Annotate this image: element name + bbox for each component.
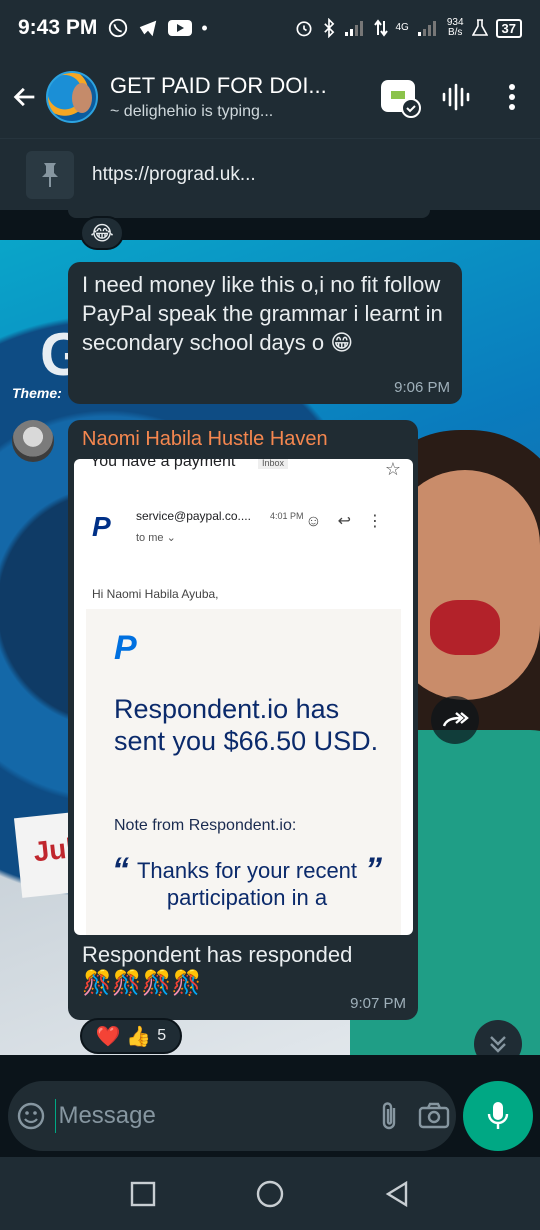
- message-input[interactable]: [58, 1102, 369, 1130]
- message-reactions[interactable]: ❤️ 👍 5: [80, 1018, 182, 1054]
- shared-image[interactable]: You have a payment Inbox ☆ P service@pay…: [74, 459, 413, 935]
- microphone-icon: [487, 1102, 509, 1129]
- telegram-icon: [140, 20, 157, 37]
- net-speed: 934 B/s: [447, 18, 464, 38]
- recents-button[interactable]: [113, 1169, 173, 1219]
- reaction-count: 5: [157, 1027, 167, 1044]
- email-action-icons: ☺↩⋮: [305, 513, 399, 530]
- youtube-icon: [168, 20, 193, 36]
- alarm-icon: [296, 21, 311, 37]
- network-type: 4G: [395, 22, 409, 33]
- forward-icon: [442, 712, 469, 727]
- email-greeting: Hi Naomi Habila Ayuba,: [92, 587, 219, 601]
- email-quote-text: Thanks for your recent participation in …: [136, 858, 358, 910]
- paypal-logo-small: P: [92, 511, 111, 542]
- emoji-button[interactable]: [8, 1101, 55, 1131]
- group-avatar[interactable]: [46, 71, 98, 123]
- message-text: I need money like this o,i no fit follow…: [82, 272, 443, 355]
- audio-wave-icon: [442, 83, 470, 111]
- chat-info[interactable]: GET PAID FOR DOI... ~ delighehio is typi…: [110, 73, 372, 121]
- square-icon: [131, 1181, 156, 1206]
- pinned-link: https://prograd.uk...: [92, 163, 256, 185]
- message-time: 9:06 PM: [394, 379, 450, 396]
- whatsapp-icon: [109, 18, 128, 38]
- email-sent-line: Respondent.io has sent you $66.50 USD.: [114, 694, 379, 756]
- battery-indicator: 37: [495, 18, 522, 38]
- email-note-from: Note from Respondent.io:: [114, 817, 297, 834]
- signal-icon-2: [417, 21, 436, 36]
- flask-icon: [471, 19, 488, 36]
- circle-icon: [256, 1180, 284, 1207]
- more-options-button[interactable]: [484, 67, 540, 127]
- chat-area[interactable]: G Theme: Jul 😂 I need money like this o,…: [0, 210, 540, 1055]
- data-arrows-icon: [373, 19, 388, 37]
- close-quote-icon: ”: [365, 851, 382, 889]
- paypal-logo: P: [114, 629, 137, 667]
- image-message-bubble[interactable]: Naomi Habila Hustle Haven You have a pay…: [68, 420, 418, 1020]
- system-nav-bar: [0, 1157, 540, 1230]
- wallpaper-theme-label: Theme:: [12, 385, 62, 401]
- back-button[interactable]: [4, 67, 46, 127]
- voice-record-button[interactable]: [463, 1081, 533, 1151]
- message-input-pill: [8, 1081, 456, 1151]
- chat-header: GET PAID FOR DOI... ~ delighehio is typi…: [0, 56, 540, 138]
- email-inbox-label: Inbox: [258, 459, 289, 469]
- more-vertical-icon: [509, 84, 515, 110]
- previous-message-reaction[interactable]: 😂: [80, 216, 124, 250]
- previous-message-bubble: [68, 210, 430, 218]
- calendar-check-icon: [381, 80, 421, 118]
- camera-icon: [418, 1102, 450, 1129]
- message-bubble[interactable]: I need money like this o,i no fit follow…: [68, 262, 462, 404]
- bluetooth-icon: [323, 18, 334, 38]
- text-caret: [54, 1099, 57, 1133]
- status-bar: 9:43 PM • 4G 934 B/s 37: [0, 0, 540, 56]
- emoji-icon: [18, 1102, 45, 1130]
- paperclip-icon: [383, 1102, 396, 1130]
- net-speed-unit: B/s: [447, 27, 463, 38]
- email-quote: “ Thanks for your recent participation i…: [112, 851, 382, 911]
- email-subject: You have a payment: [90, 459, 236, 470]
- forward-button[interactable]: [431, 696, 479, 744]
- event-button[interactable]: [372, 67, 428, 127]
- email-to: to me ⌄: [136, 532, 176, 544]
- system-back-button[interactable]: [367, 1169, 427, 1219]
- back-arrow-icon: [13, 87, 35, 107]
- pin-icon-box: [26, 150, 74, 199]
- email-from: service@paypal.co....: [136, 509, 251, 523]
- compose-bar: [0, 1055, 540, 1157]
- pin-icon: [42, 162, 58, 187]
- sender-avatar[interactable]: [12, 420, 54, 462]
- pinned-message-bar[interactable]: https://prograd.uk...: [0, 138, 540, 210]
- message-time: 9:07 PM: [350, 995, 406, 1012]
- voice-chat-button[interactable]: [428, 67, 484, 127]
- email-time: 4:01 PM: [270, 511, 304, 521]
- star-icon: ☆: [384, 459, 401, 479]
- double-chevron-down-icon: [490, 1036, 506, 1053]
- dot-icon: •: [201, 17, 208, 38]
- home-button[interactable]: [240, 1169, 300, 1219]
- email-card: P Respondent.io has sent you $66.50 USD.…: [86, 609, 401, 935]
- chat-title: GET PAID FOR DOI...: [110, 73, 327, 98]
- typing-status: ~ delighehio is typing...: [110, 103, 274, 120]
- camera-button[interactable]: [412, 1102, 456, 1130]
- open-quote-icon: “: [112, 851, 129, 889]
- sender-name[interactable]: Naomi Habila Hustle Haven: [74, 428, 412, 451]
- attach-button[interactable]: [368, 1100, 412, 1132]
- triangle-back-icon: [385, 1180, 407, 1207]
- signal-icon-1: [344, 21, 363, 36]
- image-caption: Respondent has responded: [82, 942, 353, 967]
- reaction-emojis: ❤️ 👍: [95, 1025, 152, 1048]
- caption-emojis: 🎊🎊🎊🎊: [82, 970, 202, 997]
- status-time: 9:43 PM: [18, 16, 98, 39]
